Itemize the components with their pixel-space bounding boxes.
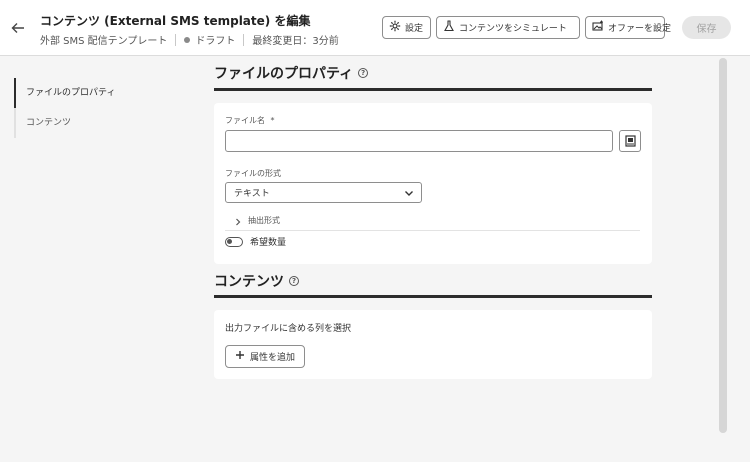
personalization-button[interactable] xyxy=(619,130,641,152)
offer-image-icon xyxy=(592,20,604,35)
extract-format-label: 抽出形式 xyxy=(248,216,280,225)
header: コンテンツ (External SMS template) を編集 外部 SMS… xyxy=(0,0,750,56)
required-mark: * xyxy=(270,116,275,125)
gear-icon xyxy=(389,20,401,35)
divider xyxy=(225,230,640,231)
settings-button[interactable]: 設定 xyxy=(382,16,431,39)
configure-offers-button[interactable]: オファーを設定 xyxy=(585,16,671,39)
section-divider xyxy=(214,88,652,91)
desired-quantity-label: 希望数量 xyxy=(250,238,287,248)
scrollbar-thumb[interactable] xyxy=(719,58,727,433)
file-format-label: ファイルの形式 xyxy=(225,169,281,178)
status-dot-icon xyxy=(184,36,191,43)
content-description: 出力ファイルに含める列を選択 xyxy=(225,324,352,334)
offers-label: オファーを設定 xyxy=(608,24,672,34)
file-name-label-text: ファイル名 xyxy=(225,116,265,125)
simulate-label: コンテンツをシミュレート xyxy=(459,24,567,34)
page-title: コンテンツ (External SMS template) を編集 xyxy=(40,14,311,28)
help-icon[interactable]: ? xyxy=(289,276,299,286)
template-name: 外部 SMS 配信テンプレート xyxy=(40,36,168,47)
page-subtitle: 外部 SMS 配信テンプレート ドラフト 最終変更日：3分前 xyxy=(40,32,339,47)
desired-quantity-row: 希望数量 xyxy=(225,235,286,248)
chevron-right-icon xyxy=(234,211,242,230)
help-icon[interactable]: ? xyxy=(358,68,369,78)
section-divider xyxy=(214,295,652,298)
sidebar-nav: ファイルのプロパティ コンテンツ xyxy=(14,78,194,138)
chevron-down-icon xyxy=(404,188,414,198)
file-name-label: ファイル名 * xyxy=(225,115,275,126)
back-arrow-icon[interactable] xyxy=(10,20,26,36)
sidebar-item-content[interactable]: コンテンツ xyxy=(14,108,194,138)
modified-text: 最終変更日：3分前 xyxy=(252,36,339,47)
divider xyxy=(175,33,177,46)
add-attribute-button[interactable]: 属性を追加 xyxy=(225,345,305,368)
simulate-content-button[interactable]: コンテンツをシミュレート xyxy=(436,16,580,39)
file-format-select[interactable]: テキスト xyxy=(225,182,422,203)
file-name-input[interactable] xyxy=(225,130,613,152)
file-properties-heading: ファイルのプロパティ ? xyxy=(214,63,369,83)
content-heading: コンテンツ ? xyxy=(214,271,299,291)
add-attribute-label: 属性を追加 xyxy=(249,353,295,363)
file-properties-card: ファイル名 * ファイルの形式 テキスト 抽出形式 希望数量 xyxy=(214,103,652,264)
scrollbar[interactable] xyxy=(719,58,727,433)
status-text: ドラフト xyxy=(195,36,236,47)
extract-format-toggle[interactable]: 抽出形式 xyxy=(234,211,280,230)
flask-icon xyxy=(443,20,455,35)
sidebar-item-file-properties[interactable]: ファイルのプロパティ xyxy=(14,78,194,108)
content-card: 出力ファイルに含める列を選択 属性を追加 xyxy=(214,310,652,379)
personalization-icon xyxy=(620,135,640,155)
save-button[interactable]: 保存 xyxy=(682,16,731,39)
plus-icon xyxy=(235,350,245,363)
content-title: コンテンツ xyxy=(214,274,284,290)
divider xyxy=(243,33,245,46)
desired-quantity-switch[interactable] xyxy=(225,236,243,247)
file-format-value: テキスト xyxy=(234,189,270,199)
settings-label: 設定 xyxy=(405,24,424,34)
file-properties-title: ファイルのプロパティ xyxy=(214,66,354,82)
